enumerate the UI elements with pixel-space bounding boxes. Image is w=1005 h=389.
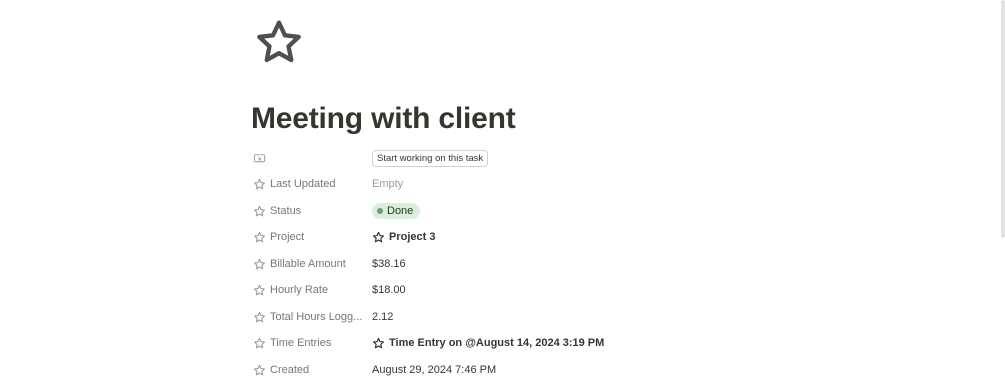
property-value-status[interactable]: Done (372, 203, 421, 219)
property-name-hourly-rate[interactable]: Hourly Rate (252, 283, 372, 297)
property-name-last-updated[interactable]: Last Updated (252, 177, 372, 191)
property-value-total-hours[interactable]: 2.12 (372, 311, 393, 323)
property-row-project: Project Project 3 (252, 224, 852, 250)
property-name-status[interactable]: Status (252, 204, 372, 218)
start-working-button[interactable]: Start working on this task (372, 149, 489, 167)
star-outline-icon (252, 363, 266, 377)
property-value-last-updated[interactable]: Empty (372, 178, 403, 190)
property-value-action: Start working on this task (372, 149, 489, 167)
property-label: Created (270, 364, 310, 376)
star-outline-icon (252, 204, 266, 218)
property-value-created[interactable]: August 29, 2024 7:46 PM (372, 364, 496, 376)
status-dot-icon (377, 208, 383, 214)
property-row-time-entries: Time Entries Time Entry on @August 14, 2… (252, 330, 852, 356)
property-name-project[interactable]: Project (252, 230, 372, 244)
property-row-last-updated: Last Updated Empty (252, 171, 852, 197)
property-name-total-hours[interactable]: Total Hours Logg... (252, 310, 372, 324)
star-outline-icon (372, 337, 385, 348)
property-row-action: Start working on this task (252, 145, 852, 171)
property-value-time-entries[interactable]: Time Entry on @August 14, 2024 3:19 PM (372, 337, 604, 350)
property-label: Total Hours Logg... (270, 311, 363, 323)
property-name-action[interactable] (252, 151, 372, 165)
notion-page: Meeting with client Start working on thi… (0, 0, 1005, 389)
property-row-created: Created August 29, 2024 7:46 PM (252, 357, 852, 383)
time-entry-relation-link[interactable]: Time Entry on @August 14, 2024 3:19 PM (372, 337, 604, 350)
star-outline-icon (372, 231, 385, 242)
time-entry-relation-text: Time Entry on @August 14, 2024 3:19 PM (389, 337, 605, 349)
property-name-billable-amount[interactable]: Billable Amount (252, 257, 372, 271)
star-outline-icon (252, 283, 266, 297)
property-label: Hourly Rate (270, 284, 329, 296)
page-title[interactable]: Meeting with client (251, 99, 516, 139)
vertical-scrollbar[interactable] (1001, 0, 1005, 238)
page-star-icon[interactable] (253, 17, 305, 69)
property-name-created[interactable]: Created (252, 363, 372, 377)
property-row-billable-amount: Billable Amount $38.16 (252, 251, 852, 277)
star-outline-icon (252, 177, 266, 191)
status-badge[interactable]: Done (372, 203, 421, 219)
property-label: Project (270, 231, 305, 243)
star-outline-icon (252, 257, 266, 271)
property-value-project[interactable]: Project 3 (372, 231, 435, 244)
property-value-billable-amount[interactable]: $38.16 (372, 258, 406, 270)
property-row-hourly-rate: Hourly Rate $18.00 (252, 277, 852, 303)
star-outline-icon (252, 310, 266, 324)
project-relation-text: Project 3 (389, 231, 436, 243)
property-name-time-entries[interactable]: Time Entries (252, 336, 372, 350)
button-icon (252, 151, 266, 165)
property-label: Time Entries (270, 337, 332, 349)
star-outline-icon (252, 336, 266, 350)
property-row-total-hours: Total Hours Logg... 2.12 (252, 304, 852, 330)
star-outline-icon (252, 230, 266, 244)
status-text: Done (387, 205, 414, 217)
property-label: Status (270, 205, 302, 217)
property-label: Last Updated (270, 178, 336, 190)
property-label: Billable Amount (270, 258, 346, 270)
property-value-hourly-rate[interactable]: $18.00 (372, 284, 406, 296)
project-relation-link[interactable]: Project 3 (372, 231, 435, 244)
property-row-status: Status Done (252, 198, 852, 224)
